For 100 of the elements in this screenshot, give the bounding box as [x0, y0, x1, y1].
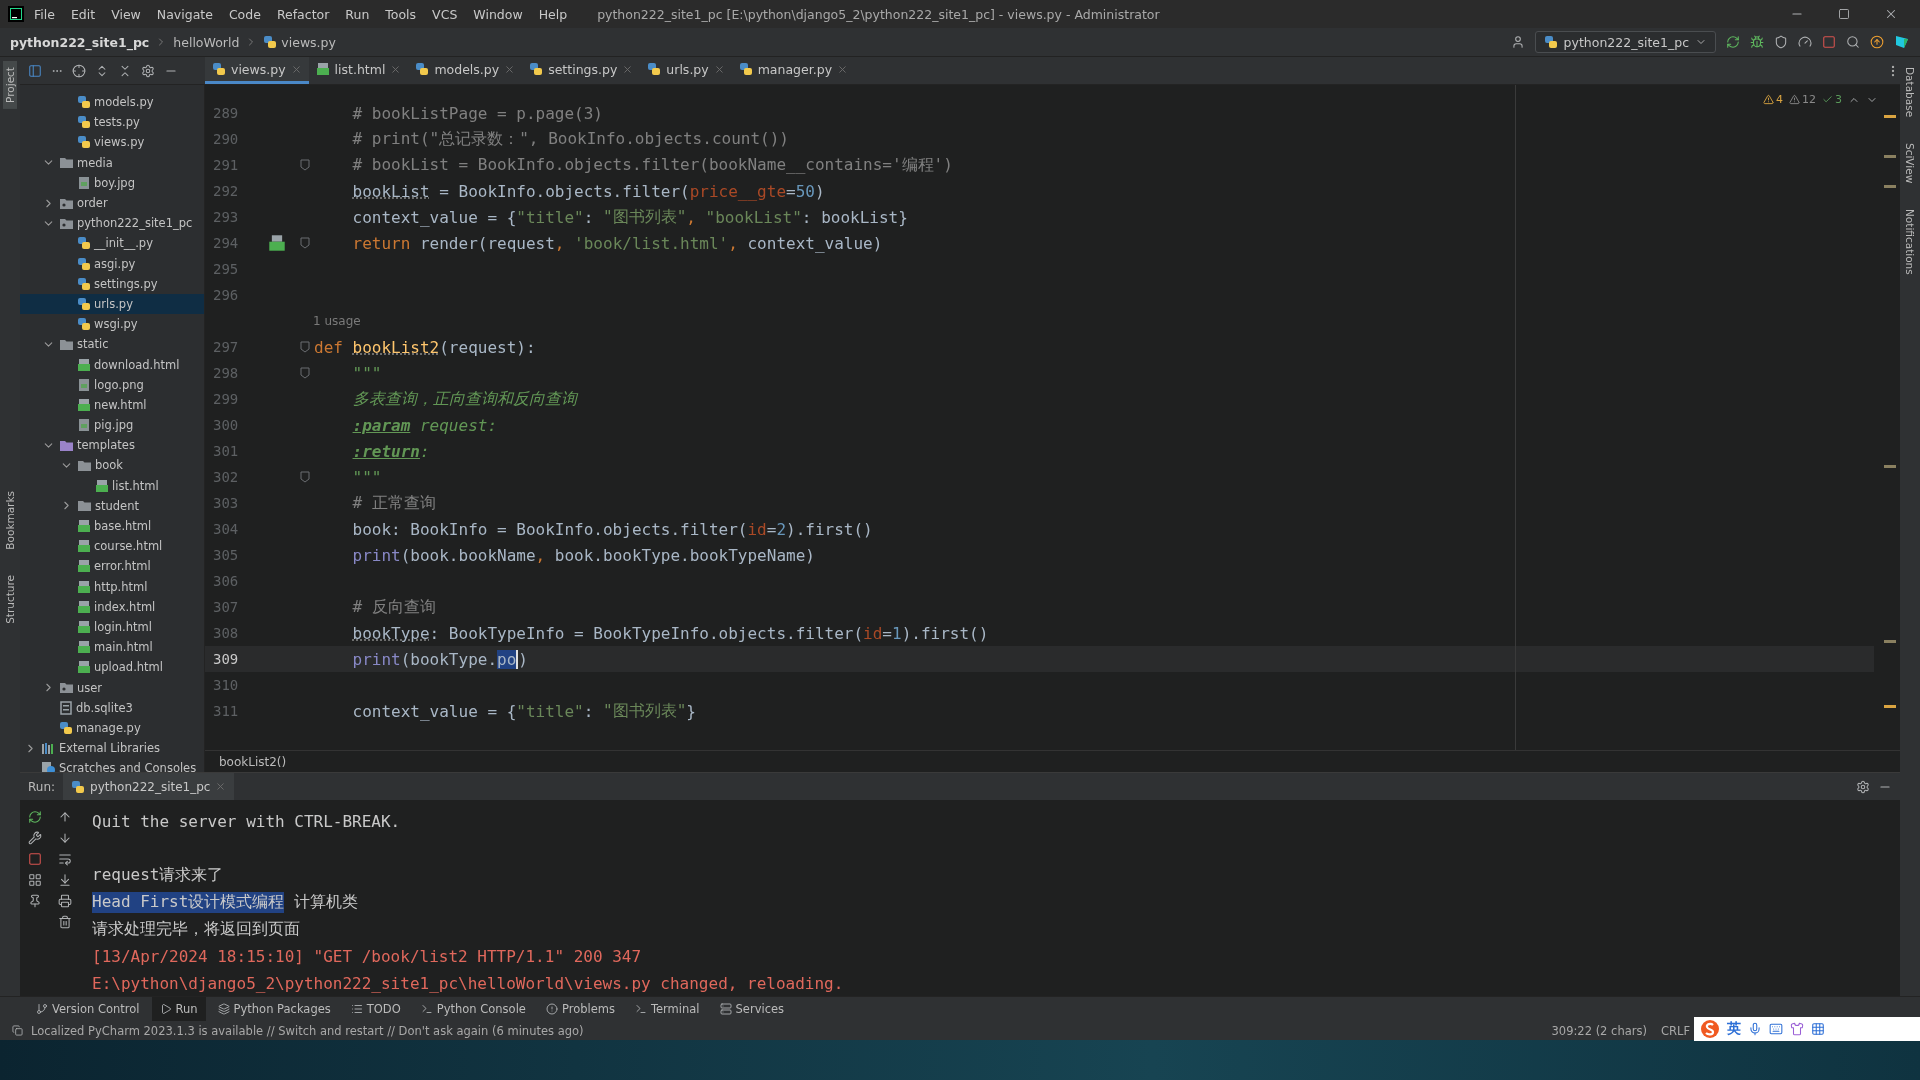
stop-icon[interactable]	[1822, 35, 1836, 49]
usage-hint[interactable]: 1 usage	[313, 314, 361, 328]
menu-item[interactable]: Run	[339, 4, 376, 24]
editor-tab[interactable]: views.py	[205, 57, 309, 84]
tree-item[interactable]: wsgi.py	[20, 314, 204, 335]
tree-item[interactable]: views.py	[20, 132, 204, 153]
menu-item[interactable]: VCS	[426, 4, 464, 24]
tree-item[interactable]: http.html	[20, 576, 204, 597]
editor-tab[interactable]: models.py	[408, 57, 523, 84]
menu-item[interactable]: Help	[532, 4, 574, 24]
collapse-all-icon[interactable]	[118, 63, 132, 78]
fold-marker-icon[interactable]	[300, 367, 310, 379]
tree-item[interactable]: __init__.py	[20, 233, 204, 254]
tree-item[interactable]: student	[20, 495, 204, 516]
tree-item[interactable]: manage.py	[20, 717, 204, 738]
rerun-icon[interactable]	[28, 810, 42, 824]
tree-item[interactable]: tests.py	[20, 112, 204, 133]
html-file-icon[interactable]	[267, 234, 286, 252]
tool-window-button[interactable]: Bookmarks	[3, 484, 17, 556]
wrench-icon[interactable]	[28, 831, 42, 845]
editor-tab[interactable]: urls.py	[640, 57, 732, 84]
tree-item[interactable]: upload.html	[20, 657, 204, 678]
breadcrumb[interactable]: helloWorld	[173, 34, 240, 50]
code-breadcrumb[interactable]: bookList2()	[219, 754, 287, 769]
settings-icon[interactable]	[141, 63, 155, 78]
tree-item[interactable]: list.html	[20, 475, 204, 496]
arrow-up-icon[interactable]	[58, 810, 72, 824]
user-icon[interactable]	[1510, 35, 1525, 49]
close-icon[interactable]	[622, 63, 634, 75]
ime-language-toggle[interactable]: 英	[1727, 1020, 1741, 1038]
tree-item[interactable]: user	[20, 677, 204, 698]
tree-item[interactable]: course.html	[20, 536, 204, 557]
close-icon[interactable]	[504, 63, 516, 75]
editor-tab[interactable]: settings.py	[522, 57, 641, 84]
tool-window-tab[interactable]: TODO	[342, 996, 409, 1022]
close-icon[interactable]	[837, 63, 849, 75]
status-message[interactable]: Localized PyCharm 2023.1.3 is available // Switch and restart // Don't ask again (6 minutes ago)	[31, 1023, 584, 1038]
tool-window-tab[interactable]: Version Control	[28, 996, 148, 1022]
locate-icon[interactable]	[72, 63, 86, 78]
ide-logo-icon[interactable]	[1894, 34, 1910, 50]
profile-icon[interactable]	[1798, 35, 1812, 49]
line-separator[interactable]: CRLF	[1660, 1023, 1690, 1038]
tree-item[interactable]: media	[20, 152, 204, 173]
editor-tab[interactable]: manager.py	[731, 57, 856, 84]
tool-window-tab[interactable]: Services	[711, 996, 793, 1022]
layout-icon[interactable]	[28, 873, 42, 887]
tree-item[interactable]: Scratches and Consoles	[20, 758, 204, 772]
tree-item[interactable]: base.html	[20, 515, 204, 537]
run-configuration-dropdown[interactable]: python222_site1_pc	[1534, 31, 1716, 53]
tree-item[interactable]: External Libraries	[20, 738, 204, 759]
close-icon[interactable]	[713, 63, 725, 75]
warning-count[interactable]: 4	[1763, 93, 1783, 106]
menu-item[interactable]: Code	[222, 4, 267, 24]
fold-marker-icon[interactable]	[300, 237, 310, 249]
tool-window-button[interactable]: Structure	[3, 569, 17, 631]
rerun-icon[interactable]	[1726, 35, 1740, 49]
tree-item[interactable]: templates	[20, 435, 204, 456]
tree-item[interactable]: logo.png	[20, 374, 204, 395]
menu-item[interactable]: Refactor	[270, 4, 336, 24]
tree-item[interactable]: index.html	[20, 596, 204, 617]
menu-item[interactable]: Tools	[379, 4, 423, 24]
search-icon[interactable]	[1846, 35, 1860, 49]
menu-item[interactable]: Edit	[64, 4, 102, 24]
tree-item[interactable]: db.sqlite3	[20, 697, 204, 718]
tree-item[interactable]: login.html	[20, 616, 204, 638]
maximize-icon[interactable]	[1838, 8, 1850, 20]
tool-window-tab[interactable]: Problems	[537, 996, 623, 1022]
tool-window-button[interactable]: SciView	[1903, 137, 1917, 190]
menu-item[interactable]: View	[105, 4, 147, 24]
ime-logo-icon[interactable]	[1700, 1019, 1720, 1039]
tree-item[interactable]: settings.py	[20, 273, 204, 294]
close-icon[interactable]	[1884, 7, 1898, 21]
console-tab[interactable]: python222_site1_pc	[63, 773, 235, 800]
editor-tab[interactable]: list.html	[308, 57, 409, 84]
tree-item[interactable]: error.html	[20, 556, 204, 577]
pin-icon[interactable]	[28, 894, 42, 908]
typo-count[interactable]: 3	[1822, 93, 1842, 106]
tool-window-button[interactable]: Notifications	[1903, 203, 1917, 282]
tool-window-tab[interactable]: Terminal	[626, 996, 708, 1022]
toolbox-icon[interactable]	[1811, 1022, 1825, 1036]
close-icon[interactable]	[390, 63, 402, 75]
soft-wrap-icon[interactable]	[58, 852, 72, 866]
debug-icon[interactable]	[1750, 35, 1764, 49]
fold-marker-icon[interactable]	[300, 341, 310, 353]
scroll-to-end-icon[interactable]	[58, 873, 72, 887]
breadcrumb[interactable]: views.py	[263, 34, 336, 50]
tree-item[interactable]: urls.py	[20, 293, 204, 315]
tool-window-tab[interactable]: Python Console	[412, 996, 534, 1022]
panel-icon[interactable]	[28, 63, 42, 78]
tree-item[interactable]: new.html	[20, 394, 204, 415]
menu-item[interactable]: File	[28, 4, 61, 24]
tree-item[interactable]: asgi.py	[20, 253, 204, 274]
print-icon[interactable]	[58, 894, 72, 908]
tree-item[interactable]: download.html	[20, 354, 204, 375]
tool-window-button[interactable]: Project	[3, 61, 17, 109]
tool-window-tab[interactable]: Python Packages	[209, 996, 339, 1022]
tree-item[interactable]: python222_site1_pc	[20, 213, 204, 234]
trash-icon[interactable]	[58, 915, 72, 929]
stop-icon[interactable]	[28, 852, 42, 866]
settings-icon[interactable]	[1856, 779, 1870, 794]
